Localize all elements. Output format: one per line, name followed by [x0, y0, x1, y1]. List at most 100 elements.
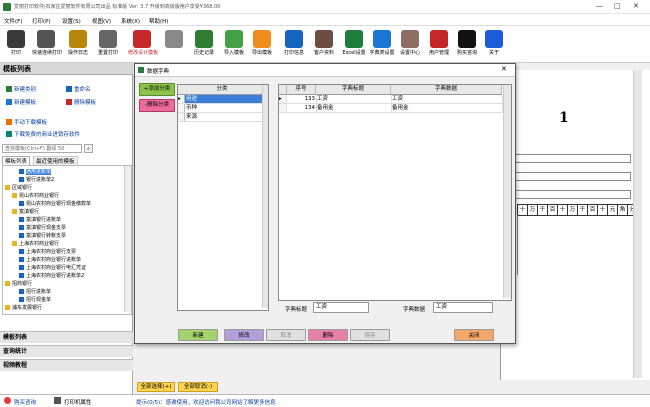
close-window-button[interactable]: ✕ [633, 2, 639, 10]
tree-node[interactable]: 招行进账单 [19, 288, 51, 295]
toolbar-button-12[interactable]: 字典类设置 [368, 28, 396, 62]
cancel-button[interactable]: 取消 [266, 329, 306, 341]
toolbar-button-11[interactable]: Excel设置 [340, 28, 368, 62]
minimize-button[interactable]: — [596, 2, 603, 10]
item-scrollbar[interactable] [503, 85, 511, 298]
cell-data[interactable]: 备用金 [391, 104, 503, 113]
buy-consult-link[interactable]: 购买咨询 [14, 398, 36, 406]
toolbar-button-1[interactable]: 快速连续打印 [32, 28, 62, 62]
category-cell: 币种 [186, 105, 198, 111]
template-search-input[interactable]: 查找模板(Ctrl+F) 翻译 50 [2, 144, 82, 153]
delete-template-link[interactable]: 删除模板 [66, 98, 96, 106]
toolbar-button-0[interactable]: 打印 [2, 28, 30, 62]
printer-properties-link[interactable]: 打印机属性 [64, 398, 92, 406]
tab-template-list[interactable]: 模板列表 [2, 156, 31, 165]
toolbar-button-8[interactable]: 导出模板 [248, 28, 276, 62]
select-all-button[interactable]: 全部选择(+) [137, 382, 175, 392]
toolbar-label: 修改设计模板 [128, 50, 159, 56]
menu-settings[interactable]: 设置(S) [62, 17, 81, 25]
page-number: 1 [559, 110, 569, 126]
toolbar-button-13[interactable]: 设置中心 [396, 28, 424, 62]
tree-node[interactable]: 招商银行 [5, 280, 32, 287]
tree-node[interactable]: 上海农村商业银行进账单2 [19, 272, 84, 279]
save-button[interactable]: 保存 [350, 329, 390, 341]
toolbar-button-7[interactable]: 导入模板 [220, 28, 248, 62]
cancel-all-button[interactable]: 全部取消(-) [178, 382, 218, 392]
template-tree: 通用进账单 银行进账单2 区域银行 昆山农村商业银行 昆山农村商业银行现金缴款单 富滇银行… [2, 165, 132, 315]
menu-file[interactable]: 文件(F) [4, 17, 22, 25]
close-dialog-button[interactable]: 关闭 [454, 329, 494, 341]
tree-node[interactable]: 昆山农村商业银行 [12, 192, 59, 199]
dict-data-input[interactable]: 工资 [433, 302, 493, 313]
toolbar-button-14[interactable]: 用户管理 [425, 28, 453, 62]
add-category-button[interactable]: +添加分类 [139, 83, 175, 96]
tree-node[interactable]: 区域银行 [5, 184, 32, 191]
accordion-template-list[interactable]: 模板列表 [0, 331, 133, 343]
template-icon [19, 297, 24, 302]
menu-system[interactable]: 系统(X) [121, 17, 140, 25]
category-row[interactable]: 来源 [178, 113, 266, 122]
cell-title[interactable]: 工资 [316, 95, 392, 104]
cell-no[interactable]: 133 [287, 95, 317, 104]
toolbar-button-15[interactable]: 购买咨询 [453, 28, 481, 62]
search-icon[interactable]: ⌕ [84, 144, 93, 153]
tree-node[interactable]: 富滇银行 [12, 208, 39, 215]
toolbar-button-3[interactable]: 重置打印 [94, 28, 122, 62]
tree-node[interactable]: 银行进账单2 [19, 176, 54, 183]
tree-node-label: 招行现金单 [26, 297, 52, 303]
category-cell: 来源 [186, 114, 198, 120]
edit-button[interactable]: 修改 [224, 329, 264, 341]
toolbar-button-9[interactable]: 打印信息 [280, 28, 308, 62]
tree-node[interactable]: 招行现金单 [19, 296, 51, 303]
document-canvas: 1 十万千百十万千百十元角分 [500, 70, 650, 380]
category-scrollbar[interactable] [262, 85, 268, 308]
tree-node[interactable]: 昆山农村商业银行现金缴款单 [19, 200, 91, 207]
tree-node[interactable]: 富滇银行进账单 [19, 216, 61, 223]
new-category-link[interactable]: 新建类别 [6, 85, 36, 93]
new-button[interactable]: 新建 [178, 329, 218, 341]
tree-node[interactable]: 上海农村商业银行电汇凭证 [19, 264, 86, 271]
tree-node[interactable]: 上海农村商业银行进账单 [19, 256, 81, 263]
category-grid: 分类 ▸ 用途 币种 来源 [177, 84, 269, 311]
document-scrollbar[interactable] [633, 70, 642, 378]
tab-recent-templates[interactable]: 最近使用的模板 [33, 156, 78, 165]
doc-field-2[interactable] [501, 172, 631, 181]
search-doc-icon [165, 30, 183, 48]
tree-node[interactable]: 通用进账单 [19, 168, 52, 175]
new-template-link[interactable]: 新建模板 [6, 98, 36, 106]
delete-category-button[interactable]: -删除分类 [139, 99, 175, 112]
doc-field-1[interactable] [501, 154, 631, 163]
tree-node[interactable]: 浦东发展银行 [5, 304, 42, 311]
tree-node-label: 昆山农村商业银行现金缴款单 [26, 201, 92, 207]
accordion-video-tutorial[interactable]: 视频教程 [0, 359, 133, 371]
toolbar-button-16[interactable]: 关于 [480, 28, 508, 62]
doc-field-3[interactable] [501, 190, 631, 199]
tree-scrollbar[interactable] [124, 166, 131, 312]
toolbar-button-10[interactable]: 客户资料 [310, 28, 338, 62]
tree-node[interactable]: 上海农村商业银行 [12, 240, 59, 247]
rename-link[interactable]: 重命名 [66, 85, 91, 93]
cell-no[interactable]: 134 [287, 104, 317, 113]
tree-node[interactable]: 富滇银行现金支票 [19, 224, 66, 231]
category-row[interactable]: 币种 [178, 104, 266, 113]
toolbar-button-4[interactable]: 修改设计模板 [128, 28, 159, 62]
menu-view[interactable]: 视图(V) [92, 17, 111, 25]
cell-title[interactable]: 备用金 [316, 104, 392, 113]
toolbar-button-6[interactable]: 历史记录 [190, 28, 218, 62]
category-row[interactable]: ▸ 用途 [178, 95, 266, 104]
download-software-link[interactable]: 下载免费的商业进销存软件 [6, 130, 80, 138]
dialog-close-icon[interactable]: ✕ [501, 65, 507, 73]
toolbar-button-5[interactable] [160, 28, 188, 62]
digit-cell: 百 [548, 205, 558, 215]
dict-title-input[interactable]: 工资 [313, 302, 369, 313]
tree-node[interactable]: 富滇银行转账支票 [19, 232, 66, 239]
menu-help[interactable]: 帮助(H) [149, 17, 168, 25]
manual-download-link[interactable]: 手动下载模板 [6, 118, 47, 126]
cell-data[interactable]: 工资 [391, 95, 503, 104]
toolbar-button-2[interactable]: 操作日志 [64, 28, 92, 62]
tree-node[interactable]: 上海农村商业银行支票 [19, 248, 76, 255]
accordion-query-stats[interactable]: 查询统计 [0, 345, 133, 357]
menu-print[interactable]: 打印(P) [32, 17, 51, 25]
maximize-button[interactable]: □ [614, 2, 621, 10]
delete-button[interactable]: 删除 [308, 329, 348, 341]
